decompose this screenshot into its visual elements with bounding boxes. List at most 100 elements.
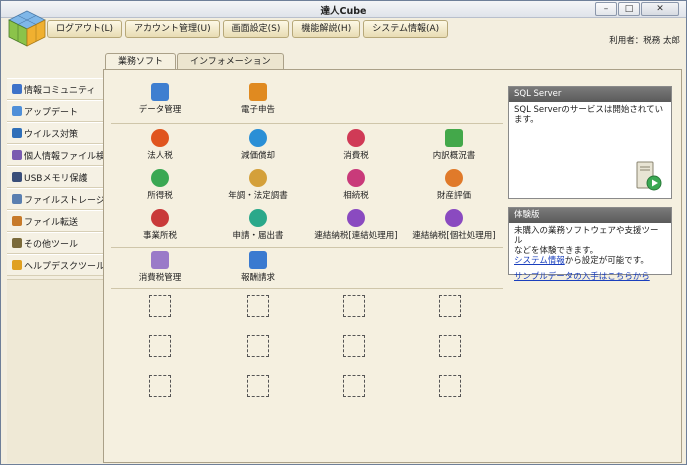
data-management-icon [151,83,169,101]
sample-data-link[interactable]: サンプルデータの入手はこちらから [514,272,650,282]
app-label: 内訳概況書 [432,151,476,161]
maximize-button[interactable]: □ [618,2,640,16]
empty-slot[interactable] [247,375,269,397]
transfer-icon [12,216,22,226]
corporate-tax-icon [151,129,169,147]
menu-account-management[interactable]: アカウント管理(U) [125,20,220,38]
empty-slot[interactable] [247,295,269,317]
tab-information[interactable]: インフォメーション [177,53,284,70]
consolidated-tax-icon [347,209,365,227]
empty-slot[interactable] [343,295,365,317]
cube-logo-icon [8,10,46,47]
panel-title: SQL Server [509,87,671,102]
app-label: 報酬請求 [240,273,275,283]
sidebar-item-label: 情報コミュニティ [24,85,96,96]
sidebar: 情報コミュニティ アップデート ウイルス対策 個人情報ファイル検索 USBメモリ… [7,78,114,276]
app-row: 所得税 年調・法定調書 相続税 財産評価 [111,167,503,207]
menu-screen-settings[interactable]: 画面設定(S) [222,20,290,38]
app-label: 連結納税[連結処理用] [314,231,398,241]
breakdown-report-icon [445,129,463,147]
title-bar: 達人Cube – □ ✕ [1,1,686,18]
sidebar-item-usb-protection[interactable]: USBメモリ保護 [7,166,103,188]
app-income-tax[interactable]: 所得税 [111,167,209,207]
minimize-button[interactable]: – [595,2,617,16]
app-property-valuation[interactable]: 財産評価 [405,167,503,207]
app-consumption-tax-management[interactable]: 消費税管理 [111,249,209,289]
year-end-adjustment-icon [249,169,267,187]
sidebar-item-label: ファイルストレージ [24,195,105,206]
system-info-link[interactable]: システム情報 [514,256,565,266]
app-inheritance-tax[interactable]: 相続税 [307,167,405,207]
app-applications-notifications[interactable]: 申請・届出書 [209,207,307,247]
inheritance-tax-icon [347,169,365,187]
app-label: 財産評価 [436,191,471,201]
app-row: 法人税 減価償却 消費税 内訳概況書 [111,127,503,167]
app-consumption-tax[interactable]: 消費税 [307,127,405,167]
app-consolidated-tax-group[interactable]: 連結納税[連結処理用] [307,207,405,247]
app-label: 消費税 [343,151,369,161]
update-icon [12,106,22,116]
usb-icon [12,172,22,182]
consumption-tax-icon [347,129,365,147]
app-label: 減価償却 [240,151,275,161]
trial-panel: 体験版 未購入の業務ソフトウェアや支援ツール などを体験できます。 システム情報… [508,207,672,282]
app-e-filing[interactable]: 電子申告 [209,81,307,121]
divider [111,288,503,289]
app-label: 連結納税[個社処理用] [412,231,496,241]
empty-slot[interactable] [439,335,461,357]
app-fee-billing[interactable]: 報酬請求 [209,249,307,289]
app-label: 事業所税 [142,231,177,241]
applications-icon [249,209,267,227]
app-data-management[interactable]: データ管理 [111,81,209,121]
app-label: 相続税 [343,191,369,201]
app-corporate-tax[interactable]: 法人税 [111,127,209,167]
app-row: 事業所税 申請・届出書 連結納税[連結処理用] 連結納税[個社処理用] [111,207,503,247]
sidebar-item-label: USBメモリ保護 [24,173,88,184]
empty-slot[interactable] [439,295,461,317]
app-label: データ管理 [138,105,182,115]
property-valuation-icon [445,169,463,187]
app-consolidated-tax-individual[interactable]: 連結納税[個社処理用] [405,207,503,247]
divider [111,123,503,124]
close-button[interactable]: ✕ [641,2,679,16]
menu-feature-guide[interactable]: 機能解説(H) [292,20,361,38]
sidebar-item-antivirus[interactable]: ウイルス対策 [7,122,103,144]
app-label: 電子申告 [240,105,275,115]
menu-system-info[interactable]: システム情報(A) [363,20,449,38]
sidebar-item-helpdesk-tool[interactable]: ヘルプデスクツール [7,254,105,276]
sidebar-item-label: ファイル転送 [24,217,79,228]
app-label: 申請・届出書 [232,231,284,241]
divider [111,247,503,248]
empty-slot[interactable] [149,375,171,397]
app-business-office-tax[interactable]: 事業所税 [111,207,209,247]
consumption-tax-management-icon [151,251,169,269]
trial-text: などを体験できます。 [514,246,599,256]
helpdesk-icon [12,260,22,270]
sidebar-item-file-storage[interactable]: ファイルストレージ [7,188,105,210]
empty-slot[interactable] [149,295,171,317]
tools-icon [12,238,22,248]
empty-slot[interactable] [247,335,269,357]
app-label: 所得税 [147,191,173,201]
sidebar-item-update[interactable]: アップデート [7,100,103,122]
sidebar-item-file-transfer[interactable]: ファイル転送 [7,210,103,232]
empty-slot[interactable] [439,375,461,397]
app-depreciation[interactable]: 減価償却 [209,127,307,167]
sidebar-item-other-tools[interactable]: その他ツール [7,232,103,254]
user-label: 利用者：税務 太郎 [609,36,680,46]
app-year-end-adjustment[interactable]: 年調・法定調書 [209,167,307,207]
e-filing-icon [249,83,267,101]
app-breakdown-report[interactable]: 内訳概況書 [405,127,503,167]
sidebar-item-personal-info-search[interactable]: 個人情報ファイル検索 [7,144,114,166]
trial-text: 未購入の業務ソフトウェアや支援ツール [514,226,659,246]
sidebar-empty-area [7,279,103,463]
empty-slot[interactable] [149,335,171,357]
app-label: 法人税 [147,151,173,161]
menu-logout[interactable]: ログアウト(L) [47,20,123,38]
community-icon [12,84,22,94]
empty-slot[interactable] [343,375,365,397]
app-window: 達人Cube – □ ✕ ログアウト(L) アカウント管理(U) 画面設定(S)… [0,0,687,465]
sidebar-item-info-community[interactable]: 情報コミュニティ [7,78,103,100]
empty-slot[interactable] [343,335,365,357]
sql-status-message: SQL Serverのサービスは開始されています。 [514,105,664,125]
